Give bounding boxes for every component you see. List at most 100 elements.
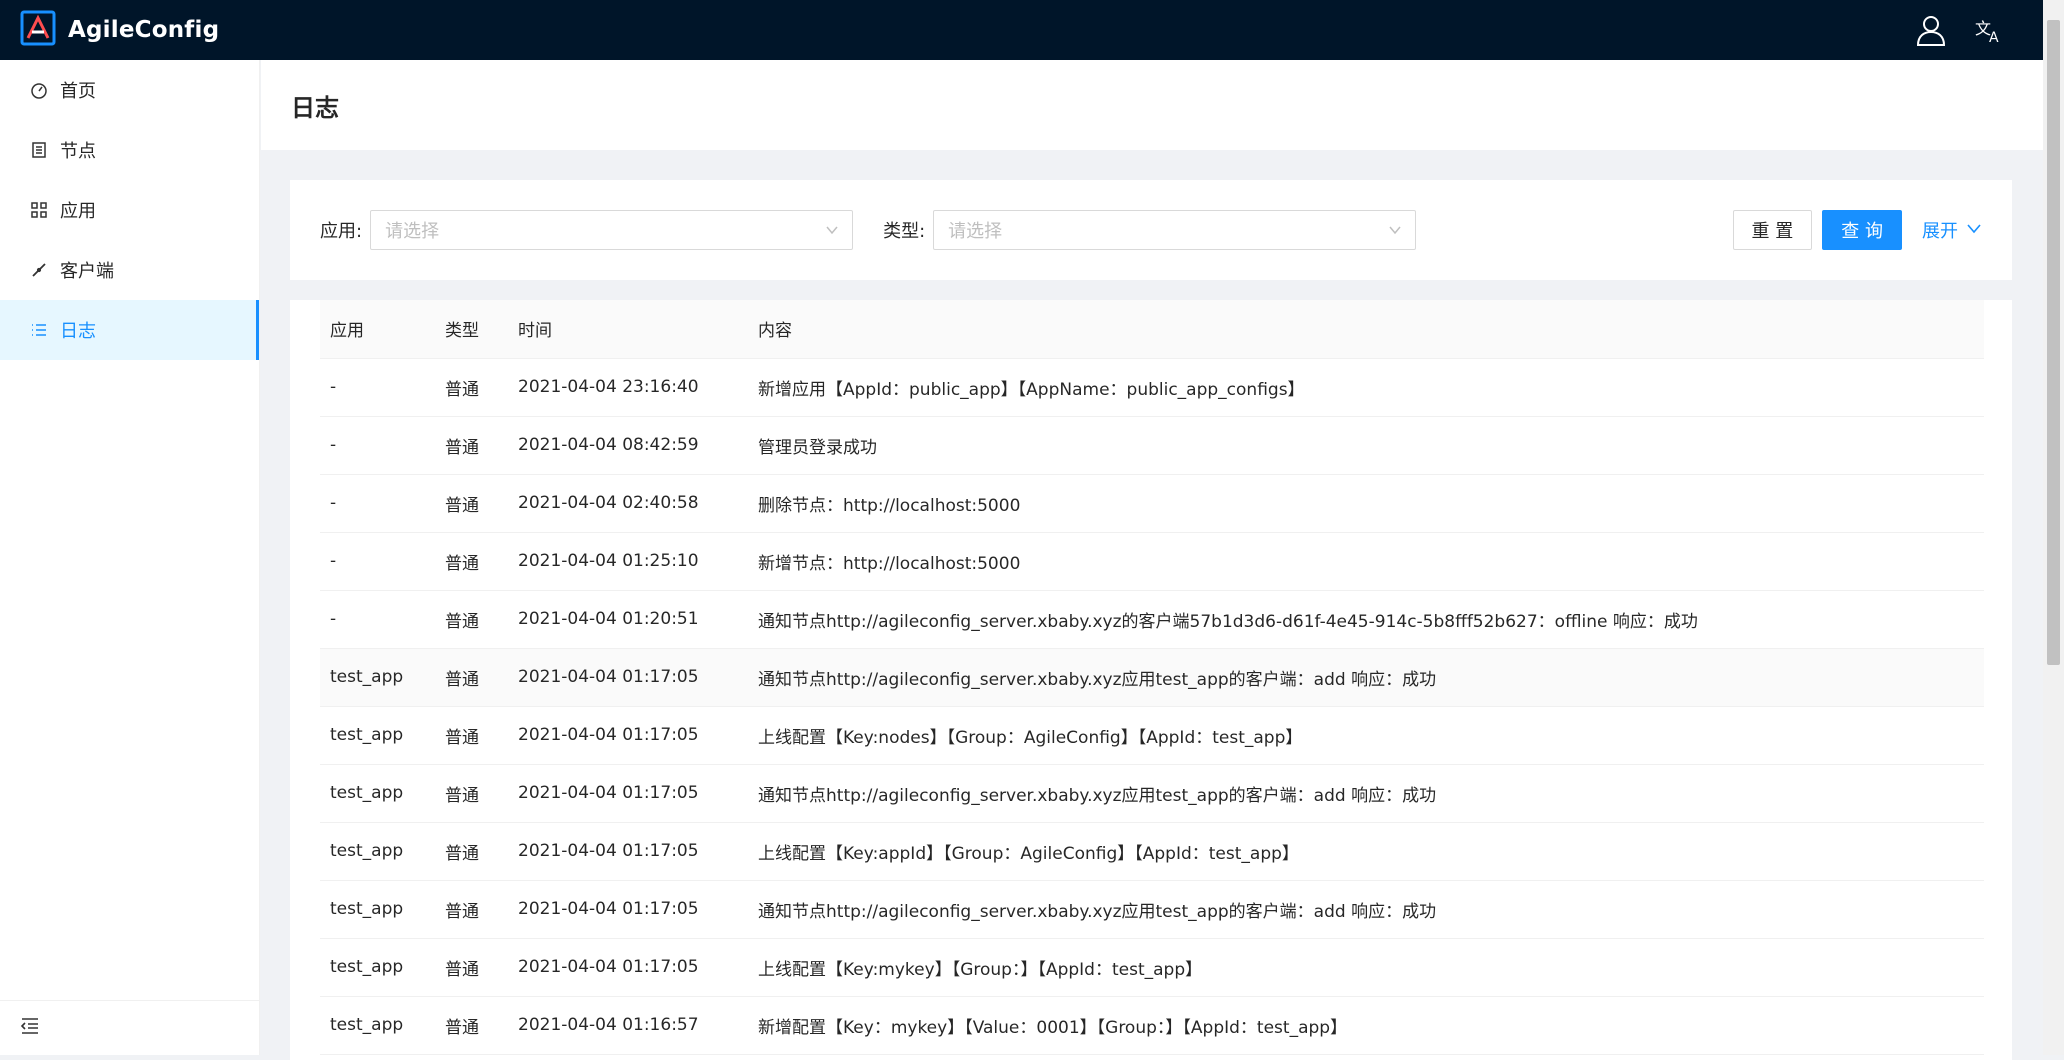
- cell-app: test_app: [320, 822, 435, 881]
- cell-app: test_app: [320, 648, 435, 707]
- sidebar-item-nodes[interactable]: 节点: [0, 120, 259, 180]
- table-row[interactable]: test_app 普通 2021-04-04 01:17:05 通知节点http://…: [320, 880, 1984, 939]
- cell-type: 普通: [435, 648, 508, 707]
- app-filter-placeholder: 请选择: [385, 221, 440, 242]
- cell-app: -: [320, 590, 435, 649]
- cell-time: 2021-04-04 08:42:59: [508, 416, 748, 475]
- cell-time: 2021-04-04 01:17:05: [508, 880, 748, 939]
- dashboard-icon: [30, 81, 48, 99]
- cell-content: 删除节点：http://localhost:5000: [748, 474, 1984, 533]
- table-header-row: 应用 类型 时间 内容: [320, 300, 1984, 359]
- table-row[interactable]: - 普通 2021-04-04 01:25:10 新增节点：http://localh…: [320, 532, 1984, 591]
- table-row[interactable]: - 普通 2021-04-04 08:42:59 管理员登录成功: [320, 416, 1984, 475]
- sidebar-collapse-toggle[interactable]: [0, 1000, 259, 1055]
- menu-fold-icon: [20, 1016, 40, 1040]
- type-filter-label: 类型:: [883, 221, 926, 242]
- query-button[interactable]: 查 询: [1822, 210, 1902, 250]
- cell-type: 普通: [435, 416, 508, 475]
- chevron-down-icon: [1387, 222, 1403, 238]
- sidebar-item-label: 客户端: [60, 261, 114, 282]
- cell-content: 新增配置【Key：mykey】【Value：0001】【Group：】【AppI…: [748, 996, 1984, 1055]
- cell-app: -: [320, 416, 435, 475]
- cell-type: 普通: [435, 532, 508, 591]
- sidebar: 首页 节点 应用 客户端 日志: [0, 60, 260, 1055]
- language-icon[interactable]: 文 A: [1965, 6, 2013, 54]
- cell-app: -: [320, 532, 435, 591]
- sidebar-item-home[interactable]: 首页: [0, 60, 259, 120]
- page-scrollbar[interactable]: [2043, 0, 2064, 1055]
- table-row[interactable]: test_app 普通 2021-04-04 01:17:05 上线配置【Key:ap…: [320, 822, 1984, 881]
- app-filter-label: 应用:: [320, 221, 363, 242]
- svg-text:A: A: [1989, 30, 1999, 46]
- column-header-time[interactable]: 时间: [508, 300, 748, 359]
- sidebar-item-label: 首页: [60, 81, 96, 102]
- cell-type: 普通: [435, 358, 508, 417]
- table-row[interactable]: test_app 普通 2021-04-04 01:17:05 通知节点http://…: [320, 648, 1984, 707]
- column-header-content[interactable]: 内容: [748, 300, 1984, 359]
- cell-type: 普通: [435, 590, 508, 649]
- table-row[interactable]: - 普通 2021-04-04 23:16:40 新增应用【AppId：public_…: [320, 358, 1984, 417]
- cell-content: 通知节点http://agileconfig_server.xbaby.xyz应…: [748, 764, 1984, 823]
- cell-content: 上线配置【Key:nodes】【Group：AgileConfig】【AppId…: [748, 706, 1984, 765]
- main-content: 日志 应用: 请选择 类型: 请选择 重 置 查 询 展开 应用 类型 时间 内…: [261, 60, 2043, 1060]
- cell-content: 通知节点http://agileconfig_server.xbaby.xyz应…: [748, 880, 1984, 939]
- client-icon: [30, 261, 48, 279]
- log-table-card: 应用 类型 时间 内容 - 普通 2021-04-04 23:16:40 新增应用【A…: [290, 300, 2012, 1060]
- page-header: 日志: [261, 60, 2043, 150]
- scrollbar-thumb[interactable]: [2047, 20, 2060, 665]
- table-row[interactable]: test_app 普通 2021-04-04 01:16:57 新增配置【Key：my…: [320, 996, 1984, 1055]
- chevron-down-icon: [1958, 220, 1982, 241]
- table-row[interactable]: test_app 普通 2021-04-04 01:17:05 上线配置【Key:no…: [320, 706, 1984, 765]
- cell-time: 2021-04-04 01:20:51: [508, 590, 748, 649]
- cell-type: 普通: [435, 880, 508, 939]
- sidebar-item-apps[interactable]: 应用: [0, 180, 259, 240]
- node-list-icon: [30, 141, 48, 159]
- cell-content: 通知节点http://agileconfig_server.xbaby.xyz应…: [748, 648, 1984, 707]
- cell-type: 普通: [435, 996, 508, 1055]
- cell-content: 管理员登录成功: [748, 416, 1984, 475]
- cell-time: 2021-04-04 01:17:05: [508, 648, 748, 707]
- cell-content: 新增节点：http://localhost:5000: [748, 532, 1984, 591]
- app-filter-select[interactable]: 请选择: [370, 210, 854, 250]
- cell-time: 2021-04-04 01:17:05: [508, 938, 748, 997]
- log-list-icon: [30, 321, 48, 339]
- cell-type: 普通: [435, 822, 508, 881]
- expand-label: 展开: [1922, 221, 1958, 242]
- type-filter-select[interactable]: 请选择: [933, 210, 1417, 250]
- apps-grid-icon: [30, 201, 48, 219]
- cell-type: 普通: [435, 474, 508, 533]
- column-header-app[interactable]: 应用: [320, 300, 435, 359]
- table-row[interactable]: - 普通 2021-04-04 02:40:58 删除节点：http://localh…: [320, 474, 1984, 533]
- cell-app: test_app: [320, 706, 435, 765]
- cell-content: 新增应用【AppId：public_app】【AppName：public_ap…: [748, 358, 1984, 417]
- table-row[interactable]: test_app 普通 2021-04-04 01:17:05 上线配置【Key:my…: [320, 938, 1984, 997]
- cell-time: 2021-04-04 01:25:10: [508, 532, 748, 591]
- cell-time: 2021-04-04 23:16:40: [508, 358, 748, 417]
- app-logo[interactable]: AgileConfig: [20, 10, 219, 50]
- cell-time: 2021-04-04 02:40:58: [508, 474, 748, 533]
- sidebar-item-clients[interactable]: 客户端: [0, 240, 259, 300]
- top-header: AgileConfig 文 A: [0, 0, 2043, 60]
- column-header-type[interactable]: 类型: [435, 300, 508, 359]
- expand-filters-link[interactable]: 展开: [1922, 217, 1982, 243]
- cell-type: 普通: [435, 764, 508, 823]
- table-row[interactable]: test_app 普通 2021-04-04 01:17:05 通知节点http://…: [320, 764, 1984, 823]
- sidebar-item-logs[interactable]: 日志: [0, 300, 259, 360]
- filter-form: 应用: 请选择 类型: 请选择 重 置 查 询 展开: [290, 180, 2012, 280]
- reset-button[interactable]: 重 置: [1732, 210, 1813, 250]
- cell-time: 2021-04-04 01:17:05: [508, 822, 748, 881]
- log-table: 应用 类型 时间 内容 - 普通 2021-04-04 23:16:40 新增应用【A…: [320, 300, 1984, 1055]
- sidebar-item-label: 应用: [60, 201, 96, 222]
- app-title: AgileConfig: [68, 17, 220, 43]
- cell-time: 2021-04-04 01:17:05: [508, 764, 748, 823]
- cell-content: 上线配置【Key:mykey】【Group：】【AppId：test_app】: [748, 938, 1984, 997]
- cell-content: 通知节点http://agileconfig_server.xbaby.xyz的…: [748, 590, 1984, 649]
- cell-app: test_app: [320, 996, 435, 1055]
- table-row[interactable]: - 普通 2021-04-04 01:20:51 通知节点http://agileco…: [320, 590, 1984, 649]
- cell-app: test_app: [320, 938, 435, 997]
- type-filter-placeholder: 请选择: [948, 221, 1003, 242]
- page-title: 日志: [291, 93, 339, 122]
- user-icon[interactable]: [1907, 6, 1955, 54]
- cell-app: test_app: [320, 764, 435, 823]
- cell-app: -: [320, 358, 435, 417]
